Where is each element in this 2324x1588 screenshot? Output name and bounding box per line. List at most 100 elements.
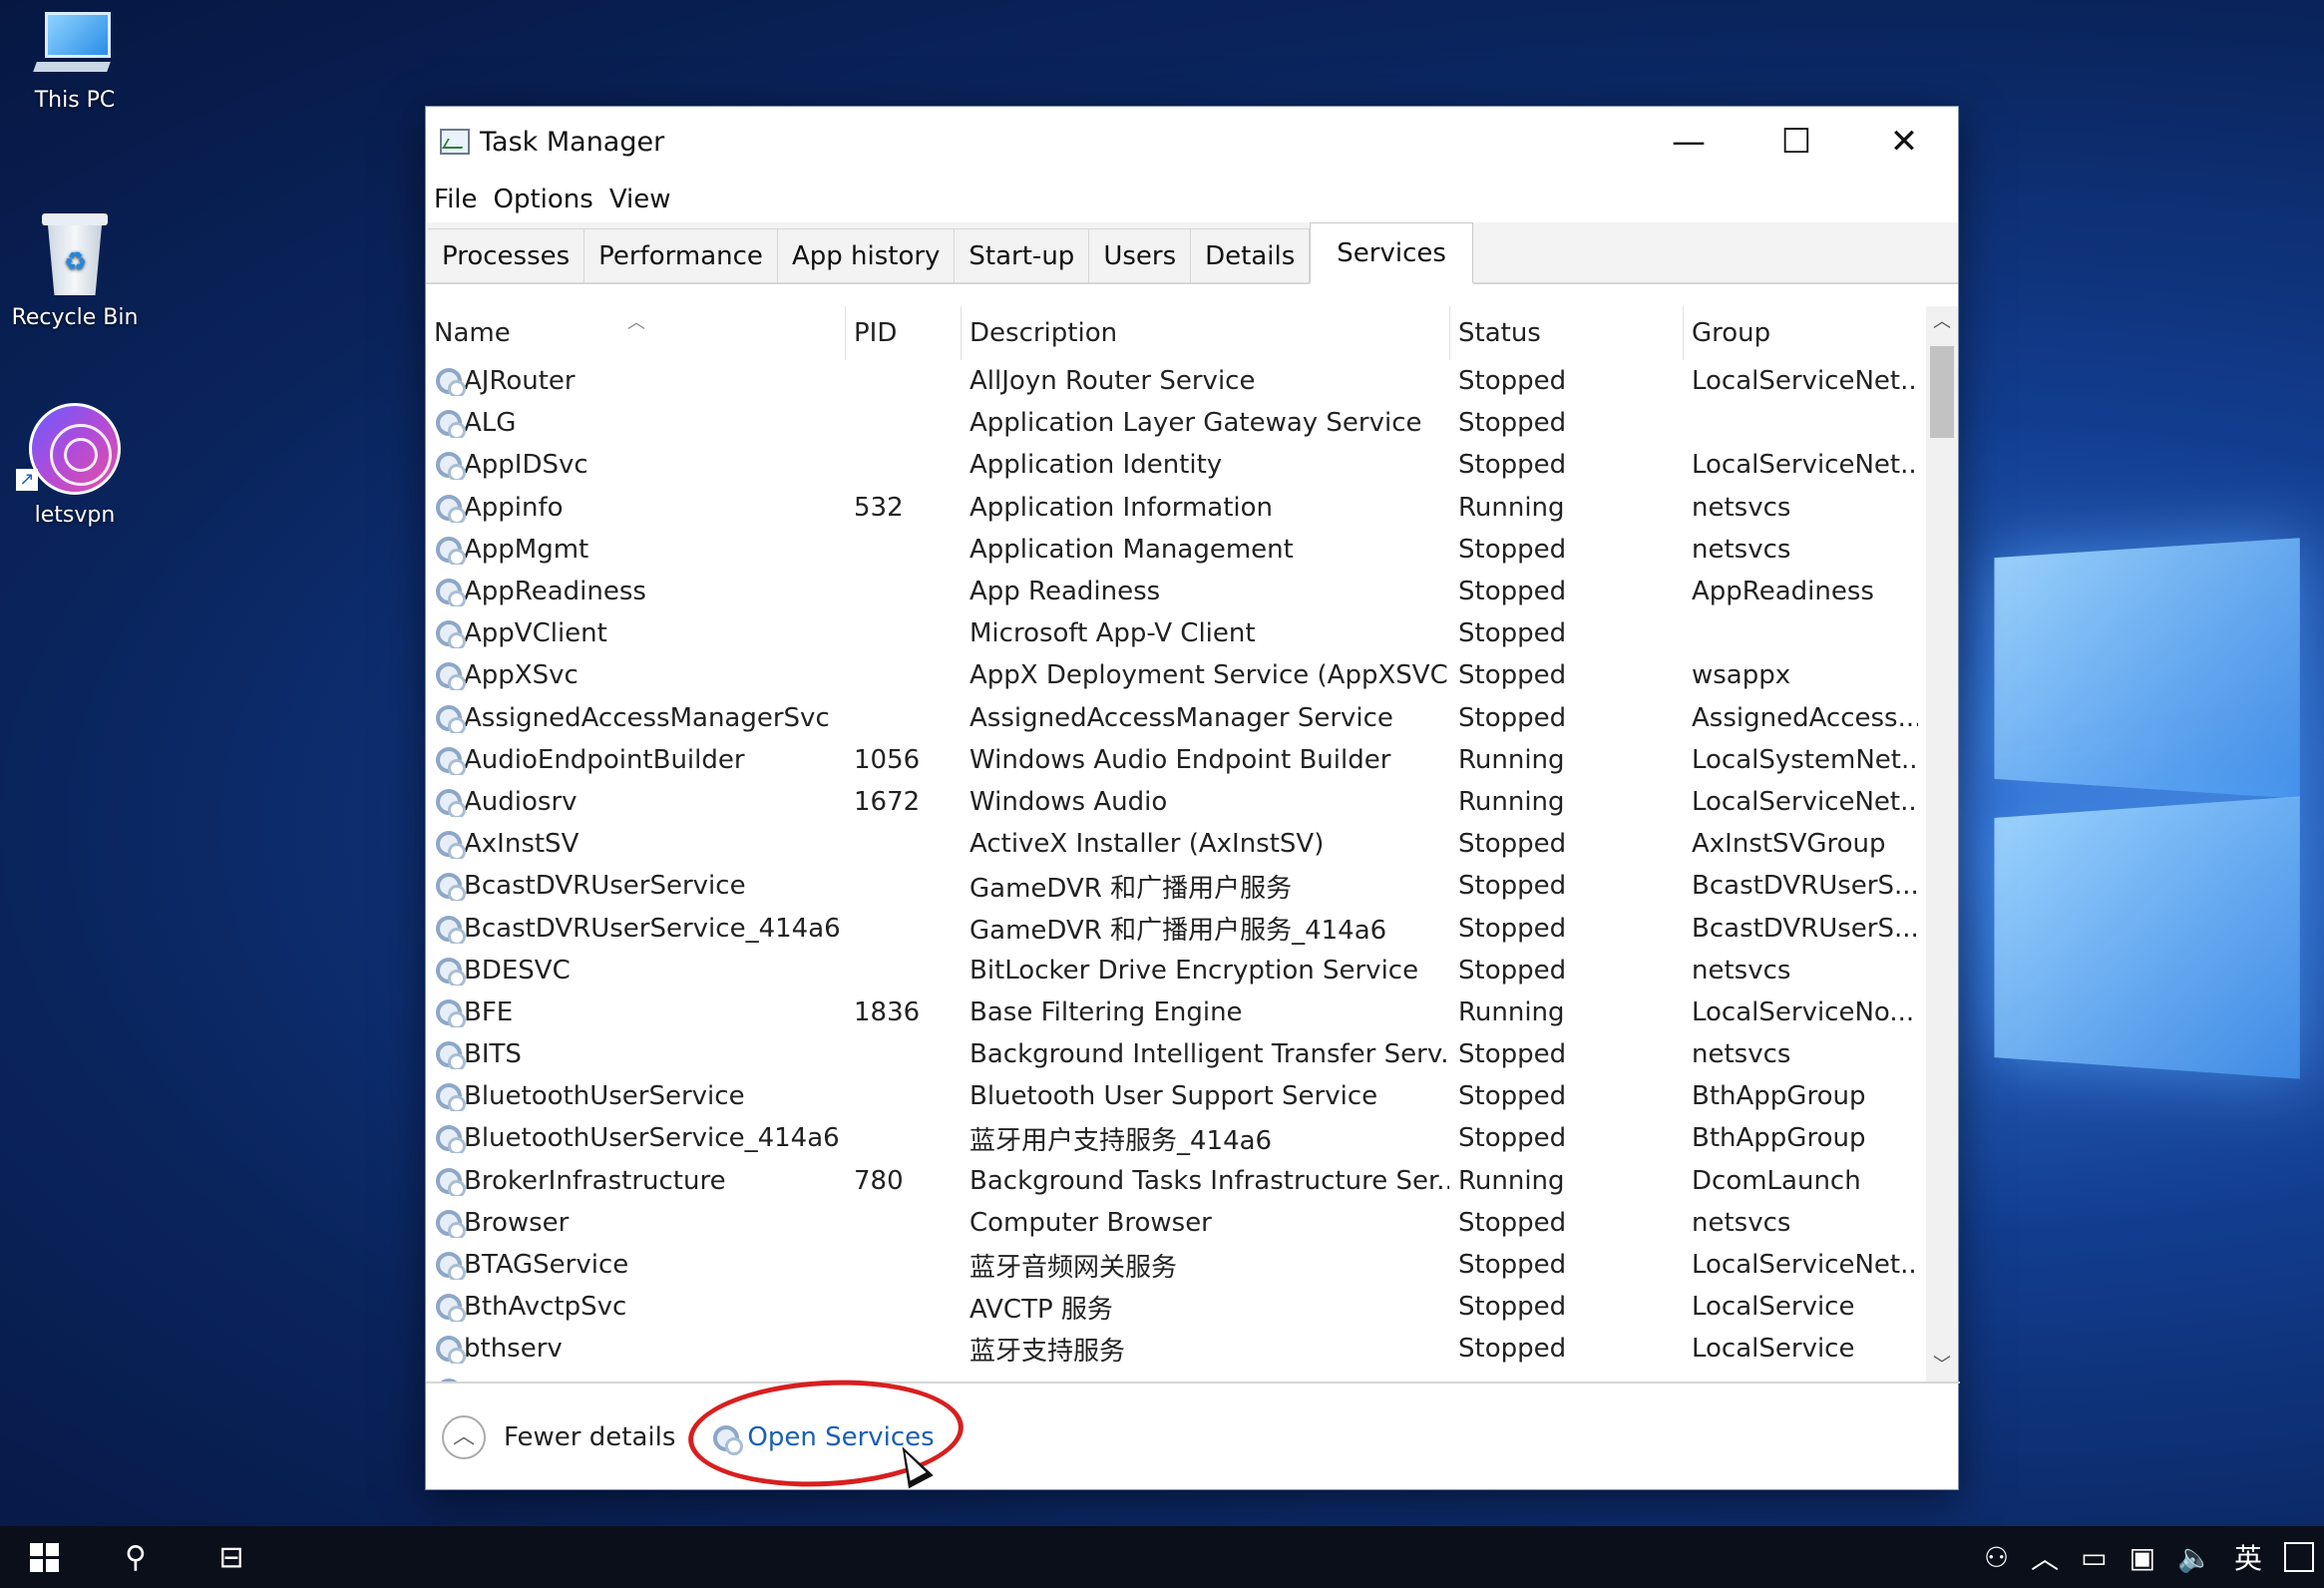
service-gear-icon <box>434 366 466 397</box>
description-cell-text: Bluetooth User Support Service <box>969 1081 1378 1112</box>
task-view-icon[interactable]: ⊟ <box>184 1526 279 1588</box>
table-row[interactable]: BrokerInfrastructure 780 Background Tasks … <box>426 1160 1960 1202</box>
service-name-cell-text: AxInstSV <box>464 829 580 860</box>
tab-performance[interactable]: Performance <box>584 228 778 282</box>
status-cell: Running <box>1449 787 1683 817</box>
tab-start-up[interactable]: Start-up <box>955 228 1090 282</box>
footer-bar: ︿ Fewer details Open Services <box>426 1382 1960 1491</box>
table-row[interactable]: BITS Background Intelligent Transfer Serv… <box>426 1033 1960 1075</box>
group-cell-text: netsvcs <box>1692 1039 1791 1070</box>
status-cell: Stopped <box>1449 408 1683 438</box>
tab-services[interactable]: Services <box>1310 222 1473 284</box>
table-row[interactable]: bthserv 蓝牙支持服务 Stopped LocalService <box>426 1328 1960 1370</box>
group-cell: AssignedAccess... <box>1683 703 1918 733</box>
table-row[interactable]: BluetoothUserService_414a6 蓝牙用户支持服务_414a6… <box>426 1117 1960 1159</box>
column-header-group[interactable]: Group <box>1683 306 1918 360</box>
table-row[interactable]: BFE 1836 Base Filtering Engine Running Local… <box>426 992 1960 1033</box>
service-name-cell-text: Appinfo <box>464 492 564 523</box>
table-row[interactable]: AudioEndpointBuilder 1056 Windows Audio En… <box>426 739 1960 781</box>
column-header-description[interactable]: Description <box>961 306 1449 360</box>
table-row[interactable]: Appinfo 532 Application Information Running… <box>426 487 1960 529</box>
input-method-indicator[interactable]: 英 <box>2234 1537 2262 1577</box>
start-button[interactable] <box>0 1526 88 1588</box>
table-row[interactable]: BluetoothUserService Bluetooth User Suppo… <box>426 1075 1960 1117</box>
pid-cell: 1836 <box>845 997 961 1027</box>
scrollbar-thumb[interactable] <box>1930 346 1954 438</box>
fewer-details-link[interactable]: Fewer details <box>504 1422 675 1452</box>
menu-view[interactable]: View <box>609 185 671 214</box>
table-row[interactable] <box>426 1371 1960 1382</box>
table-row[interactable]: AppMgmt Application Management Stopped nets… <box>426 529 1960 571</box>
chevron-up-icon[interactable]: ︿ <box>442 1415 486 1459</box>
table-row[interactable]: BcastDVRUserService_414a6 GameDVR 和广播用户服务… <box>426 907 1960 949</box>
status-cell: Stopped <box>1449 1081 1683 1111</box>
menu-options[interactable]: Options <box>494 185 593 214</box>
status-cell: Running <box>1449 1166 1683 1196</box>
status-cell: Stopped <box>1449 1292 1683 1322</box>
table-row[interactable]: AJRouter AllJoyn Router Service Stopped Loc… <box>426 360 1960 402</box>
table-row[interactable]: AppVClient Microsoft App-V Client Stopped <box>426 612 1960 654</box>
service-name-cell: BcastDVRUserService <box>426 871 845 902</box>
tab-processes[interactable]: Processes <box>428 228 585 282</box>
group-cell: LocalService <box>1683 1292 1918 1322</box>
group-cell: AppReadiness <box>1683 577 1918 606</box>
service-gear-icon <box>434 745 466 775</box>
description-cell-text: Application Information <box>969 492 1274 523</box>
system-tray: ⚇ ︿ ▭ ▣ 🔈 英 <box>1962 1526 2314 1588</box>
description-cell: Application Information <box>961 493 1449 523</box>
service-name-cell: BFE <box>426 997 845 1027</box>
tab-details[interactable]: Details <box>1191 228 1311 282</box>
menu-file[interactable]: File <box>434 185 478 214</box>
description-cell-text: AllJoyn Router Service <box>969 366 1256 397</box>
description-cell-text: Application Layer Gateway Service <box>969 408 1422 439</box>
service-name-cell-text: BTAGService <box>464 1250 629 1281</box>
group-cell-text: AssignedAccess... <box>1692 702 1918 733</box>
status-cell: Running <box>1449 493 1683 523</box>
chevron-up-tray-icon[interactable]: ︿ <box>2031 1537 2059 1577</box>
battery-icon[interactable]: ▭ <box>2081 1541 2107 1574</box>
tab-users[interactable]: Users <box>1089 228 1192 282</box>
people-icon[interactable]: ⚇ <box>1984 1541 2009 1574</box>
table-row[interactable]: Browser Computer Browser Stopped netsvcs <box>426 1202 1960 1244</box>
table-row[interactable]: ALG Application Layer Gateway Service Stop… <box>426 402 1960 444</box>
close-button[interactable]: ✕ <box>1850 107 1958 177</box>
taskbar: ⚲ ⊟ ⚇ ︿ ▭ ▣ 🔈 英 <box>0 1526 2324 1588</box>
group-cell-text: LocalServiceNet... <box>1692 366 1918 397</box>
table-row[interactable]: AppXSvc AppX Deployment Service (AppXSVC)… <box>426 654 1960 696</box>
service-name-cell: BDESVC <box>426 956 845 986</box>
recycle-bin-icon: ♻ <box>40 211 110 297</box>
description-cell-text: GameDVR 和广播用户服务_414a6 <box>969 916 1387 947</box>
column-header-pid[interactable]: PID <box>845 306 961 360</box>
search-icon[interactable]: ⚲ <box>88 1526 184 1588</box>
column-header-status[interactable]: Status <box>1449 306 1683 360</box>
table-row[interactable]: BcastDVRUserService GameDVR 和广播用户服务 Stoppe… <box>426 865 1960 907</box>
table-row[interactable]: BTAGService 蓝牙音频网关服务 Stopped LocalServiceNe… <box>426 1244 1960 1286</box>
desktop-icon-recycle-bin[interactable]: ♻ Recycle Bin <box>0 211 150 330</box>
volume-icon[interactable]: 🔈 <box>2177 1541 2212 1574</box>
status-cell-text: Running <box>1458 786 1565 817</box>
tab-app-history[interactable]: App history <box>777 228 956 282</box>
table-row[interactable]: AppReadiness App Readiness Stopped AppReadi… <box>426 571 1960 612</box>
maximize-button[interactable]: ☐ <box>1743 107 1850 177</box>
service-name-cell-text: BFE <box>464 996 514 1027</box>
scroll-down-icon[interactable]: ﹀ <box>1926 1350 1958 1382</box>
notification-icon[interactable] <box>2284 1542 2314 1572</box>
network-icon[interactable]: ▣ <box>2130 1541 2155 1574</box>
group-cell: netsvcs <box>1683 493 1918 523</box>
description-cell: ActiveX Installer (AxInstSV) <box>961 829 1449 859</box>
table-row[interactable]: AxInstSV ActiveX Installer (AxInstSV) Stop… <box>426 823 1960 865</box>
service-gear-icon <box>434 535 466 565</box>
minimize-button[interactable]: — <box>1635 107 1743 177</box>
table-row[interactable]: BthAvctpSvc AVCTP 服务 Stopped LocalService <box>426 1286 1960 1328</box>
title-bar[interactable]: Task Manager — ☐ ✕ <box>426 107 1958 177</box>
scroll-up-icon[interactable]: ︿ <box>1926 306 1958 338</box>
table-row[interactable]: AssignedAccessManagerSvc AssignedAccessMa… <box>426 697 1960 739</box>
desktop-icon-letsvpn[interactable]: letsvpn <box>0 403 150 528</box>
group-cell: BthAppGroup <box>1683 1123 1918 1153</box>
table-row[interactable]: BDESVC BitLocker Drive Encryption Service… <box>426 950 1960 992</box>
table-row[interactable]: Audiosrv 1672 Windows Audio Running LocalSer… <box>426 781 1960 823</box>
group-cell: LocalServiceNet... <box>1683 450 1918 480</box>
table-row[interactable]: AppIDSvc Application Identity Stopped Local… <box>426 444 1960 486</box>
vertical-scrollbar[interactable]: ︿ ﹀ <box>1926 306 1958 1382</box>
desktop-icon-this-pc[interactable]: This PC <box>0 8 150 113</box>
